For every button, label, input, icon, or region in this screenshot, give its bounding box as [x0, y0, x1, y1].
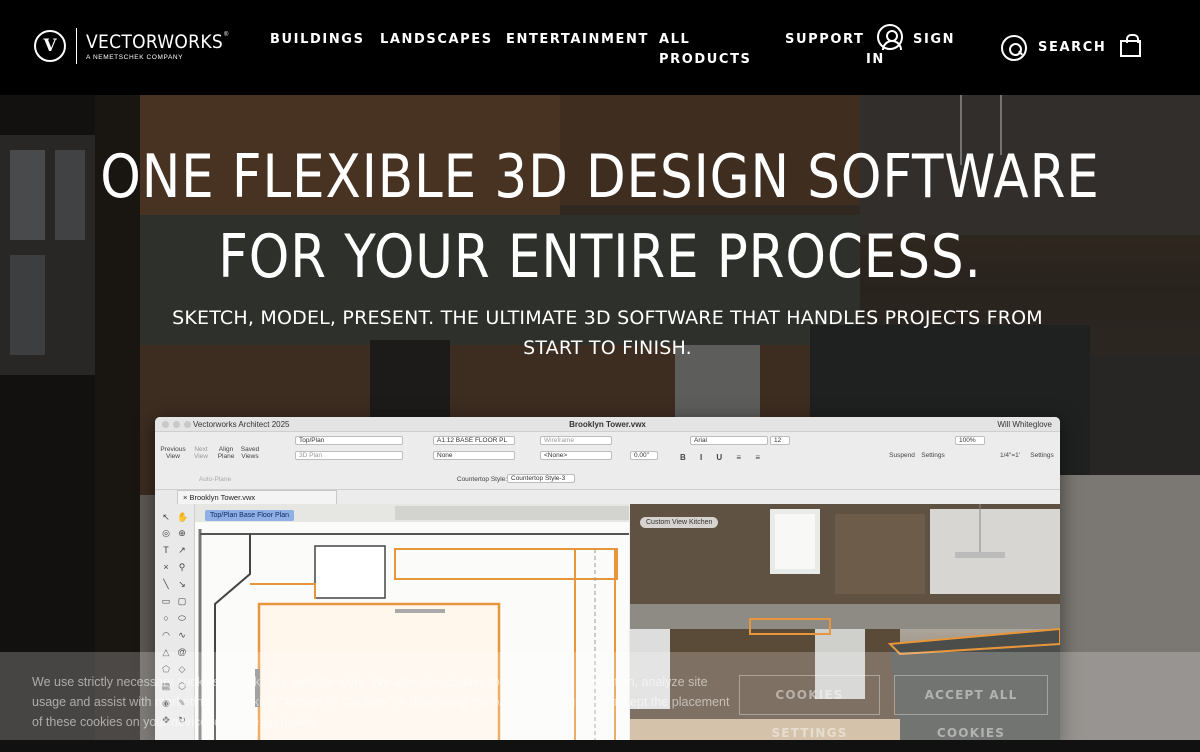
logo-wordmark: VECTORWORKS: [86, 30, 224, 53]
freehand-tool-icon[interactable]: ∿: [177, 630, 187, 640]
logo-text: VECTORWORKS ® A NEMETSCHEK COMPANY: [86, 32, 228, 61]
hero-section: ONE FLEXIBLE 3D DESIGN SOFTWARE FOR YOUR…: [0, 95, 1200, 740]
app-toolbar: Previous View Next View Align Plane Save…: [155, 432, 1060, 490]
nav-all-products[interactable]: ALL PRODUCTS: [659, 30, 754, 70]
circle-tool-icon[interactable]: ○: [161, 613, 171, 623]
auto-plane-toggle[interactable]: Auto-Plane: [195, 476, 235, 483]
nav-sign-in[interactable]: SIGN IN: [866, 30, 956, 70]
align-plane-button[interactable]: Align Plane: [215, 446, 237, 460]
offset-field[interactable]: 0.00": [630, 451, 658, 460]
rectangle-tool-icon[interactable]: ▭: [161, 596, 171, 606]
nav-buildings[interactable]: BUILDINGS: [270, 30, 365, 50]
file-name: Brooklyn Tower.vwx: [569, 420, 646, 429]
eyedropper-tool-icon[interactable]: ⚲: [177, 562, 187, 572]
render-view-label[interactable]: Custom View Kitchen: [640, 517, 719, 528]
suspend-button[interactable]: Suspend: [887, 452, 917, 459]
font-select[interactable]: Arial: [690, 436, 768, 445]
pan-tool-icon[interactable]: ✋: [177, 512, 188, 522]
nav-landscapes[interactable]: LANDSCAPES: [380, 30, 493, 50]
text-format-buttons[interactable]: B I U ≡ ≡: [673, 454, 773, 462]
font-size-field[interactable]: 12: [770, 436, 790, 445]
logo-divider: [76, 28, 77, 64]
hero-headline: ONE FLEXIBLE 3D DESIGN SOFTWARE FOR YOUR…: [84, 137, 1116, 297]
shopping-bag-icon[interactable]: [1120, 34, 1141, 57]
class-select[interactable]: None: [433, 451, 515, 460]
rounded-rect-tool-icon[interactable]: ▢: [177, 596, 187, 606]
line-tool-icon[interactable]: ╲: [161, 579, 171, 589]
nav-entertainment[interactable]: ENTERTAINMENT: [506, 30, 649, 50]
top-nav: V VECTORWORKS ® A NEMETSCHEK COMPANY BUI…: [0, 0, 1200, 95]
document-tab[interactable]: × Brooklyn Tower.vwx: [177, 490, 337, 504]
dimension-tool-icon[interactable]: ↘: [177, 579, 187, 589]
search-icon[interactable]: [1001, 35, 1027, 61]
settings-button[interactable]: Settings: [918, 452, 948, 459]
app-titlebar: Vectorworks Architect 2025 Brooklyn Towe…: [155, 417, 1060, 432]
cookie-banner: We use strictly necessary cookies to mak…: [0, 652, 1200, 740]
scale-label: 1/4"=1': [1000, 452, 1020, 459]
nav-search[interactable]: SEARCH: [1038, 38, 1106, 58]
app-user: Will Whiteglove: [997, 420, 1052, 429]
previous-view-button[interactable]: Previous View: [159, 446, 187, 460]
saved-views-button[interactable]: Saved Views: [239, 446, 261, 460]
callout-tool-icon[interactable]: ↗: [177, 545, 187, 555]
arc-tool-icon[interactable]: ◠: [161, 630, 171, 640]
vectorworks-logo[interactable]: V VECTORWORKS ® A NEMETSCHEK COMPANY: [34, 28, 228, 64]
oval-tool-icon[interactable]: ⬭: [177, 613, 187, 623]
layer-select[interactable]: A1.12 BASE FLOOR PL: [433, 436, 515, 445]
zoom-tool-icon[interactable]: ⊕: [177, 528, 187, 538]
hero-headline-line-1: ONE FLEXIBLE 3D DESIGN SOFTWARE: [100, 142, 1100, 212]
logo-tagline: A NEMETSCHEK COMPANY: [86, 53, 184, 61]
flyover-tool-icon[interactable]: ◎: [161, 528, 171, 538]
select-tool-icon[interactable]: ↖: [161, 512, 171, 522]
render-select[interactable]: 3D Plan: [295, 451, 403, 460]
registered-mark: ®: [224, 31, 229, 38]
zoom-field[interactable]: 100%: [955, 436, 985, 445]
logo-mark-icon: V: [34, 30, 66, 62]
text-tool-icon[interactable]: T: [161, 545, 171, 555]
plan-view-label[interactable]: Top/Plan Base Floor Plan: [205, 510, 294, 521]
hero-subheadline: SKETCH, MODEL, PRESENT. THE ULTIMATE 3D …: [172, 307, 1043, 359]
locus-tool-icon[interactable]: ×: [161, 562, 171, 572]
countertop-label: Countertop Style:: [456, 476, 508, 483]
render-mode-select[interactable]: Wireframe: [540, 436, 612, 445]
cookie-text: We use strictly necessary cookies to mak…: [32, 675, 730, 729]
none-select[interactable]: <None>: [540, 451, 612, 460]
cookies-settings-button[interactable]: COOKIES SETTINGS: [739, 675, 880, 740]
accept-all-cookies-button[interactable]: ACCEPT ALL COOKIES: [894, 675, 1048, 740]
countertop-select[interactable]: Countertop Style-3: [507, 474, 575, 483]
settings-button-2[interactable]: Settings: [1027, 452, 1057, 459]
view-select[interactable]: Top/Plan: [295, 436, 403, 445]
nav-support[interactable]: SUPPORT: [785, 30, 865, 50]
hero-headline-line-2: FOR YOUR ENTIRE PROCESS.: [218, 222, 982, 292]
next-view-button[interactable]: Next View: [191, 446, 211, 460]
